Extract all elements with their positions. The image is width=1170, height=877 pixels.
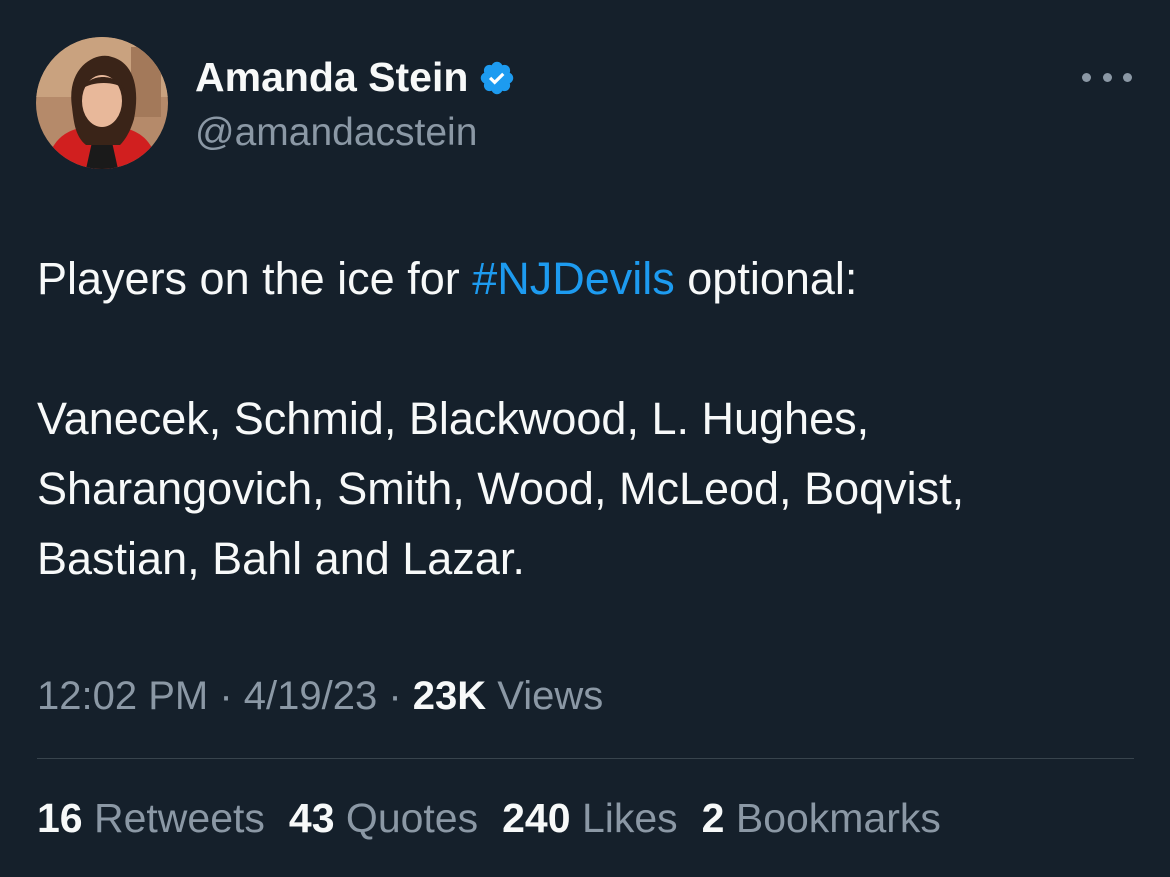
tweet-line-1-suffix: optional:	[674, 253, 858, 304]
verified-badge-icon	[478, 58, 516, 96]
author-handle[interactable]: @amandacstein	[195, 110, 477, 156]
tweet-text: Players on the ice for #NJDevils optiona…	[37, 244, 1137, 594]
divider	[37, 758, 1134, 759]
quotes-stat[interactable]: 43 Quotes	[289, 790, 478, 846]
profile-photo-icon	[36, 37, 168, 169]
tweet-meta: 12:02 PM · 4/19/23 · 23K Views	[37, 668, 603, 724]
tweet-line-2: Vanecek, Schmid, Blackwood, L. Hughes,	[37, 393, 870, 444]
bookmarks-count: 2	[701, 795, 725, 841]
more-options-icon[interactable]	[1082, 62, 1132, 92]
retweets-count: 16	[37, 795, 83, 841]
retweets-label: Retweets	[82, 795, 265, 841]
tweet-time[interactable]: 12:02 PM	[37, 674, 208, 718]
quotes-label: Quotes	[334, 795, 479, 841]
likes-stat[interactable]: 240 Likes	[502, 790, 678, 846]
tweet-line-3: Sharangovich, Smith, Wood, McLeod, Boqvi…	[37, 463, 965, 514]
tweet-line-1-prefix: Players on the ice for	[37, 253, 473, 304]
tweet-line-4: Bastian, Bahl and Lazar.	[37, 533, 525, 584]
display-name-text: Amanda Stein	[195, 54, 469, 100]
hashtag-link[interactable]: #NJDevils	[472, 253, 675, 304]
quotes-count: 43	[288, 795, 335, 841]
retweets-stat[interactable]: 16 Retweets	[37, 790, 265, 846]
bookmarks-stat[interactable]: 2 Bookmarks	[702, 790, 941, 846]
author-display-name[interactable]: Amanda Stein	[195, 52, 516, 102]
meta-separator: ·	[208, 674, 244, 718]
avatar[interactable]	[36, 37, 168, 169]
more-dot	[1082, 72, 1091, 82]
views-count: 23K	[412, 674, 487, 718]
tweet-date[interactable]: 4/19/23	[244, 674, 377, 718]
more-dot	[1123, 72, 1132, 82]
meta-separator: ·	[377, 674, 413, 718]
more-dot	[1102, 72, 1112, 82]
views-label: Views	[486, 674, 604, 718]
bookmarks-label: Bookmarks	[724, 795, 941, 841]
likes-label: Likes	[570, 795, 678, 841]
engagement-stats: 16 Retweets 43 Quotes 240 Likes 2 Bookmarks	[37, 790, 965, 846]
likes-count: 240	[502, 795, 571, 841]
tweet-line-1: Players on the ice for #NJDevils optiona…	[37, 244, 1137, 314]
